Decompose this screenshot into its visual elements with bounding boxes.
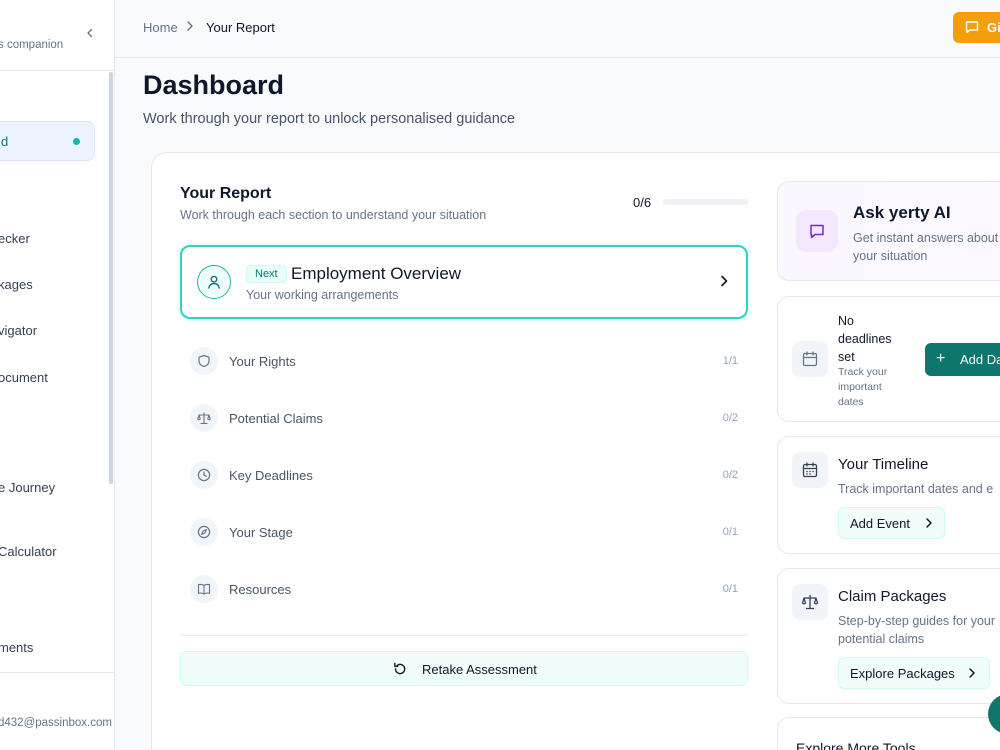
- timeline-card: Your Timeline Track important dates and …: [777, 436, 1000, 554]
- ask-ai-subtitle: Get instant answers about your situation: [853, 231, 999, 263]
- claim-packages-subtitle: Step-by-step guides for your potential c…: [838, 614, 996, 646]
- ask-ai-card[interactable]: Ask yerty AI Get instant answers about y…: [777, 181, 1000, 281]
- report-title: Your Report: [180, 185, 272, 202]
- sidebar-item[interactable]: ments: [0, 640, 33, 655]
- explore-tools-title: Explore More Tools: [796, 740, 916, 750]
- add-deadline-label: Add Da: [960, 352, 1000, 367]
- sidebar-item[interactable]: ecker: [0, 231, 30, 246]
- next-section-title: Employment Overview: [291, 264, 462, 283]
- sidebar-footer-divider: [0, 672, 114, 673]
- user-icon: [197, 265, 231, 299]
- feedback-label: Give: [987, 20, 1000, 35]
- explore-packages-label: Explore Packages: [850, 666, 955, 681]
- add-event-button[interactable]: Add Event: [838, 507, 945, 539]
- section-count: 0/2: [722, 412, 738, 424]
- scale-icon: [190, 404, 218, 432]
- report-progress-bar: [663, 199, 748, 205]
- section-label: Your Stage: [229, 525, 293, 540]
- report-progress-text: 0/6: [633, 195, 652, 210]
- sidebar-item-dashboard[interactable]: d: [0, 121, 95, 161]
- collapse-sidebar-button[interactable]: [82, 24, 98, 42]
- add-event-label: Add Event: [850, 516, 910, 531]
- sidebar-item[interactable]: e Journey: [0, 480, 55, 495]
- deadlines-subtitle: Track your important dates: [838, 366, 888, 408]
- give-feedback-button[interactable]: Give: [953, 12, 1000, 43]
- sidebar-item[interactable]: kages: [0, 277, 33, 292]
- retake-label: Retake Assessment: [422, 662, 537, 677]
- book-icon: [190, 575, 218, 603]
- calendar-icon: [792, 341, 828, 377]
- section-count: 0/1: [722, 526, 738, 538]
- chevron-right-icon: [969, 668, 975, 678]
- page-title: Dashboard: [143, 70, 285, 100]
- section-divider: [180, 635, 748, 636]
- section-label: Potential Claims: [229, 411, 323, 426]
- rotate-ccw-icon: [394, 662, 406, 675]
- report-subtitle: Work through each section to understand …: [180, 208, 487, 222]
- section-label: Resources: [229, 582, 292, 597]
- breadcrumb-chevron-icon: [185, 19, 195, 35]
- plus-icon: +: [936, 350, 946, 367]
- next-section-card[interactable]: Next Employment Overview Your working ar…: [180, 245, 748, 319]
- breadcrumb-home-link[interactable]: Home: [143, 20, 178, 35]
- section-row-potential-claims[interactable]: Potential Claims 0/2: [180, 399, 748, 439]
- section-row-your-stage[interactable]: Your Stage 0/1: [180, 513, 748, 553]
- claim-packages-card: Claim Packages Step-by-step guides for y…: [777, 568, 1000, 704]
- ask-ai-title: Ask yerty AI: [853, 203, 951, 222]
- scale-icon: [792, 584, 828, 620]
- active-indicator-dot: [73, 138, 80, 145]
- timeline-title: Your Timeline: [838, 456, 929, 473]
- sidebar-scrollbar[interactable]: [109, 72, 113, 484]
- calendar-days-icon: [792, 452, 828, 488]
- claim-packages-title: Claim Packages: [838, 588, 947, 605]
- chevron-left-icon: [87, 28, 93, 38]
- sidebar-item[interactable]: Calculator: [0, 544, 57, 559]
- breadcrumb-current: Your Report: [206, 20, 275, 35]
- deadlines-empty-title: No deadlines set: [838, 314, 892, 364]
- section-count: 0/2: [722, 469, 738, 481]
- add-deadline-button[interactable]: + Add Da: [925, 343, 1000, 376]
- deadlines-card: No deadlines set Track your important da…: [777, 296, 1000, 422]
- next-section-subtitle: Your working arrangements: [246, 288, 399, 302]
- app-tagline: s companion: [0, 39, 64, 51]
- section-label: Key Deadlines: [229, 468, 313, 483]
- shield-icon: [190, 347, 218, 375]
- section-label: Your Rights: [229, 354, 296, 369]
- topbar: Home Your Report Give: [115, 0, 1000, 58]
- explore-packages-button[interactable]: Explore Packages: [838, 657, 990, 689]
- retake-assessment-button[interactable]: Retake Assessment: [180, 651, 748, 686]
- page-subtitle: Work through your report to unlock perso…: [143, 111, 516, 127]
- message-square-icon: [965, 21, 979, 34]
- timeline-subtitle: Track important dates and e: [838, 482, 994, 496]
- sidebar-item[interactable]: ocument: [0, 370, 48, 385]
- chevron-right-icon: [926, 518, 932, 528]
- sidebar-header: s companion: [0, 0, 114, 71]
- clock-icon: [190, 461, 218, 489]
- explore-tools-card[interactable]: Explore More Tools: [777, 717, 1000, 750]
- compass-icon: [190, 518, 218, 546]
- chat-bubble-icon: [796, 210, 838, 252]
- section-row-resources[interactable]: Resources 0/1: [180, 570, 748, 610]
- section-count: 1/1: [722, 355, 738, 367]
- sidebar: s companion d ecker kages vigator ocumen…: [0, 0, 115, 750]
- section-row-key-deadlines[interactable]: Key Deadlines 0/2: [180, 456, 748, 496]
- section-row-your-rights[interactable]: Your Rights 1/1: [180, 342, 748, 382]
- next-badge: Next: [246, 265, 287, 283]
- sidebar-item-label: d: [1, 134, 9, 149]
- sidebar-item[interactable]: vigator: [0, 323, 37, 338]
- section-count: 0/1: [722, 583, 738, 595]
- chevron-right-icon: [721, 275, 728, 287]
- user-email: d432@passinbox.com: [0, 717, 112, 729]
